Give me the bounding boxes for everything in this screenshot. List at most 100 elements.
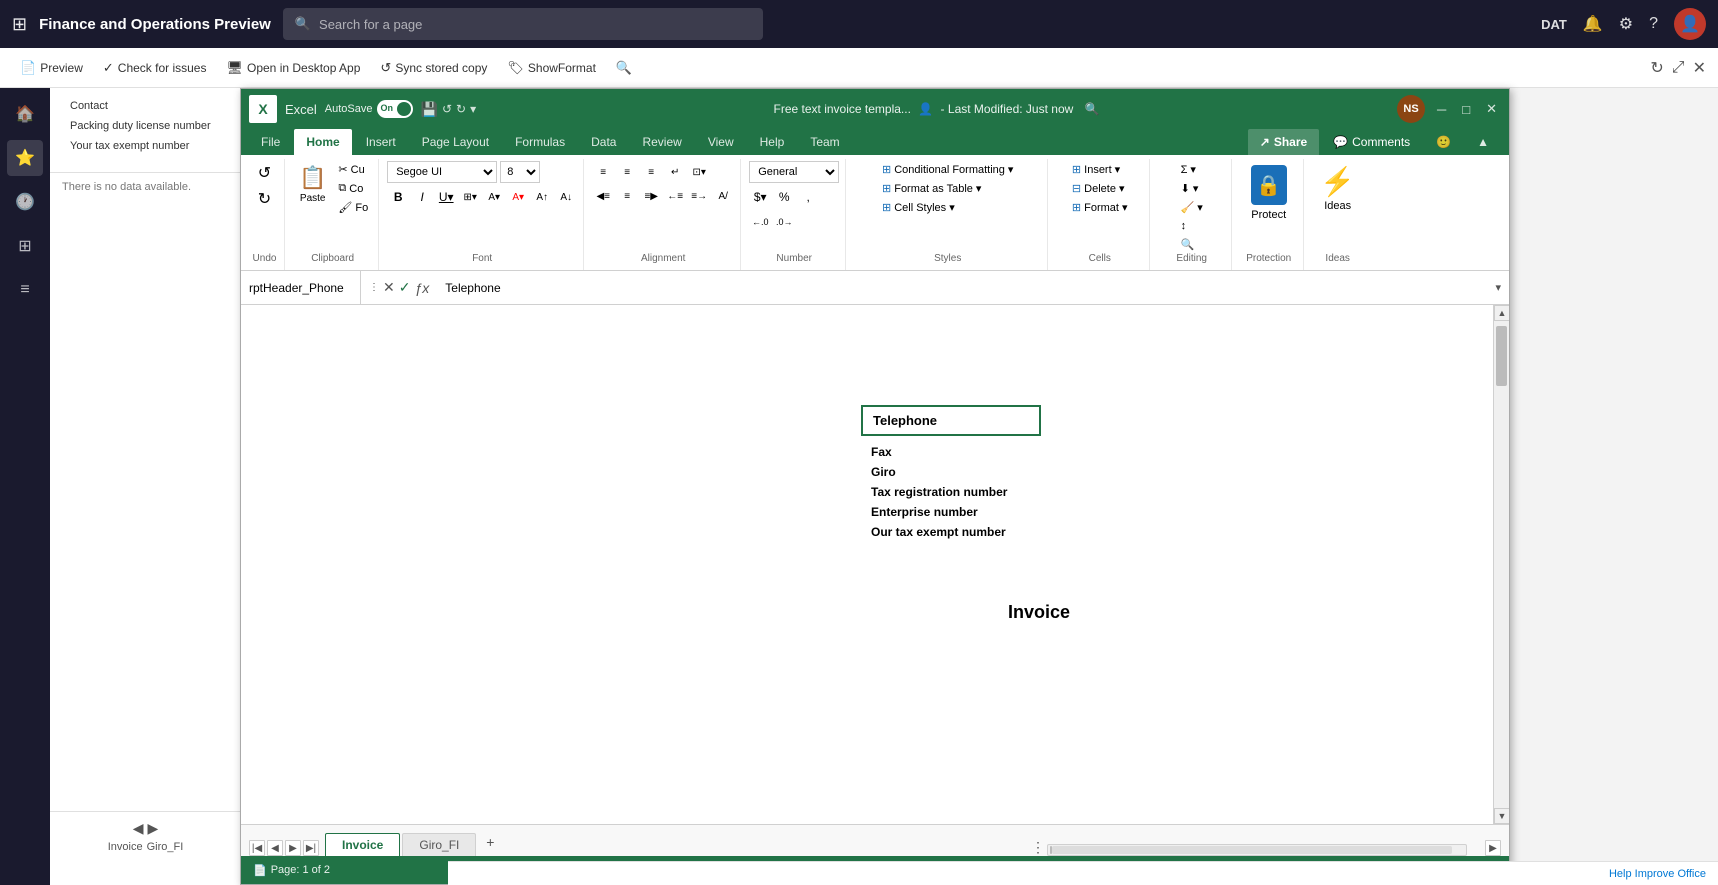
- tab-review[interactable]: Review: [630, 129, 693, 155]
- tab-next-button[interactable]: ▶: [285, 840, 301, 856]
- expand-formula-icon[interactable]: ⋮: [369, 282, 379, 293]
- cut-button[interactable]: ✂ Cu: [334, 161, 372, 178]
- sheet-nav-next[interactable]: Giro_FI: [147, 841, 184, 853]
- number-format-selector[interactable]: General: [749, 161, 839, 183]
- invoice-title-cell[interactable]: Invoice: [1008, 602, 1070, 622]
- excel-minimize-btn[interactable]: ─: [1433, 102, 1450, 117]
- left-item-tax-exempt[interactable]: Your tax exempt number: [62, 136, 229, 156]
- close-panel-icon[interactable]: ✕: [1693, 58, 1706, 78]
- tab-data[interactable]: Data: [579, 129, 628, 155]
- insert-cells-button[interactable]: ⊞ Insert ▾: [1068, 161, 1124, 178]
- tab-insert[interactable]: Insert: [354, 129, 408, 155]
- sort-button[interactable]: ↕: [1177, 218, 1191, 234]
- delete-cells-button[interactable]: ⊟ Delete ▾: [1068, 180, 1129, 197]
- font-selector[interactable]: Segoe UI: [387, 161, 497, 183]
- open-desktop-button[interactable]: 🖥 Open in Desktop App: [218, 56, 368, 80]
- search-fin-button[interactable]: 🔍: [608, 56, 640, 80]
- angle-text-button[interactable]: A/: [712, 185, 734, 207]
- left-item-contact[interactable]: Contact: [62, 96, 229, 116]
- tax-exempt-cell[interactable]: Our tax exempt number: [871, 525, 1006, 539]
- cell-reference-input[interactable]: [241, 271, 361, 304]
- protect-button[interactable]: 🔒 Protect: [1243, 161, 1295, 225]
- sheet-tab-invoice[interactable]: Invoice: [325, 833, 400, 856]
- collapse-ribbon-icon[interactable]: ▲: [1465, 129, 1501, 155]
- format-cells-button[interactable]: ⊞ Format ▾: [1068, 199, 1132, 216]
- autosum-button[interactable]: Σ ▾: [1177, 161, 1200, 178]
- scroll-down-button[interactable]: ▼: [1494, 808, 1509, 824]
- fill-color-button[interactable]: A▾: [483, 186, 505, 208]
- refresh-icon[interactable]: ↻: [1650, 58, 1663, 78]
- formula-dropdown-icon[interactable]: ▾: [1487, 281, 1509, 294]
- border-button[interactable]: ⊞▾: [459, 186, 481, 208]
- help-improve-bar[interactable]: Help Improve Office: [448, 861, 1718, 885]
- increase-decimal-button[interactable]: ←.0: [749, 211, 771, 233]
- comments-tab[interactable]: 💬 Comments: [1321, 129, 1422, 155]
- tab-page-layout[interactable]: Page Layout: [410, 129, 501, 155]
- sidebar-home-icon[interactable]: 🏠: [7, 96, 43, 132]
- cell-styles-button[interactable]: ⊞ Cell Styles ▾: [878, 199, 959, 216]
- redo-button[interactable]: ↻: [254, 187, 275, 211]
- left-item-packing[interactable]: Packing duty license number: [62, 116, 229, 136]
- copy-button[interactable]: ⧉ Co: [334, 180, 372, 197]
- cancel-formula-icon[interactable]: ✕: [383, 279, 395, 296]
- ideas-button[interactable]: ⚡ Ideas: [1312, 161, 1363, 216]
- indent-decrease-button[interactable]: ←≡: [664, 185, 686, 207]
- fill-button[interactable]: ⬇ ▾: [1177, 180, 1203, 197]
- excel-close-btn[interactable]: ✕: [1482, 101, 1501, 117]
- scroll-up-button[interactable]: ▲: [1494, 305, 1509, 321]
- tab-team[interactable]: Team: [798, 129, 851, 155]
- format-painter-button[interactable]: 🖌 Fo: [334, 199, 372, 216]
- align-top-right-button[interactable]: ≡: [640, 161, 662, 183]
- undo-button[interactable]: ↺: [254, 161, 275, 185]
- notification-icon[interactable]: 🔔: [1583, 14, 1603, 34]
- sidebar-star-icon[interactable]: ⭐: [7, 140, 43, 176]
- more-quick-icon[interactable]: ▾: [470, 102, 476, 116]
- function-icon[interactable]: ƒx: [414, 280, 429, 296]
- tab-formulas[interactable]: Formulas: [503, 129, 577, 155]
- paste-button[interactable]: 📋 Paste: [293, 161, 332, 209]
- tab-view[interactable]: View: [696, 129, 746, 155]
- sidebar-list-icon[interactable]: ≡: [7, 272, 43, 308]
- enterprise-num-cell[interactable]: Enterprise number: [871, 505, 978, 519]
- percent-button[interactable]: %: [773, 186, 795, 208]
- align-center-button[interactable]: ≡: [616, 185, 638, 207]
- quick-save-icon[interactable]: 💾: [421, 101, 438, 118]
- sheet-tab-giro[interactable]: Giro_FI: [402, 833, 476, 856]
- bold-button[interactable]: B: [387, 186, 409, 208]
- redo-quick-icon[interactable]: ↻: [456, 102, 466, 116]
- merge-button[interactable]: ⊡▾: [688, 161, 710, 183]
- tab-prev-button[interactable]: ◀: [267, 840, 283, 856]
- settings-icon[interactable]: ⚙: [1619, 14, 1633, 34]
- next-nav-icon[interactable]: ▶: [148, 820, 159, 837]
- formula-input[interactable]: [437, 271, 1487, 304]
- fax-cell[interactable]: Fax: [871, 445, 892, 459]
- clear-button[interactable]: 🧹 ▾: [1177, 199, 1207, 216]
- tab-last-button[interactable]: ▶|: [303, 840, 319, 856]
- sheet-nav-prev[interactable]: Invoice: [108, 841, 143, 853]
- wrap-text-button[interactable]: ↵: [664, 161, 686, 183]
- sync-stored-button[interactable]: ↺ Sync stored copy: [372, 56, 495, 80]
- align-top-left-button[interactable]: ≡: [592, 161, 614, 183]
- preview-button[interactable]: 📄 Preview: [12, 56, 91, 80]
- prev-nav-icon[interactable]: ◀: [133, 820, 144, 837]
- excel-maximize-btn[interactable]: □: [1458, 102, 1474, 117]
- add-sheet-button[interactable]: +: [478, 830, 502, 854]
- format-as-table-button[interactable]: ⊞ Format as Table ▾: [878, 180, 985, 197]
- currency-button[interactable]: $▾: [749, 186, 771, 208]
- find-button[interactable]: 🔍: [1177, 236, 1199, 253]
- increase-font-button[interactable]: A↑: [531, 186, 553, 208]
- undo-quick-icon[interactable]: ↺: [442, 102, 452, 116]
- font-color-button[interactable]: A▾: [507, 186, 529, 208]
- align-left-button[interactable]: ◀≡: [592, 185, 614, 207]
- align-right-button[interactable]: ≡▶: [640, 185, 662, 207]
- tab-menu-icon[interactable]: ⋮: [1031, 839, 1045, 856]
- confirm-formula-icon[interactable]: ✓: [399, 279, 411, 296]
- decrease-font-button[interactable]: A↓: [555, 186, 577, 208]
- align-top-center-button[interactable]: ≡: [616, 161, 638, 183]
- tab-first-button[interactable]: |◀: [249, 840, 265, 856]
- expand-icon[interactable]: ⤢: [1672, 59, 1685, 77]
- search-excel-icon[interactable]: 🔍: [1085, 102, 1100, 116]
- search-bar[interactable]: 🔍 Search for a page: [283, 8, 763, 40]
- font-size-selector[interactable]: 8: [500, 161, 540, 183]
- app-grid-icon[interactable]: ⊞: [12, 14, 27, 35]
